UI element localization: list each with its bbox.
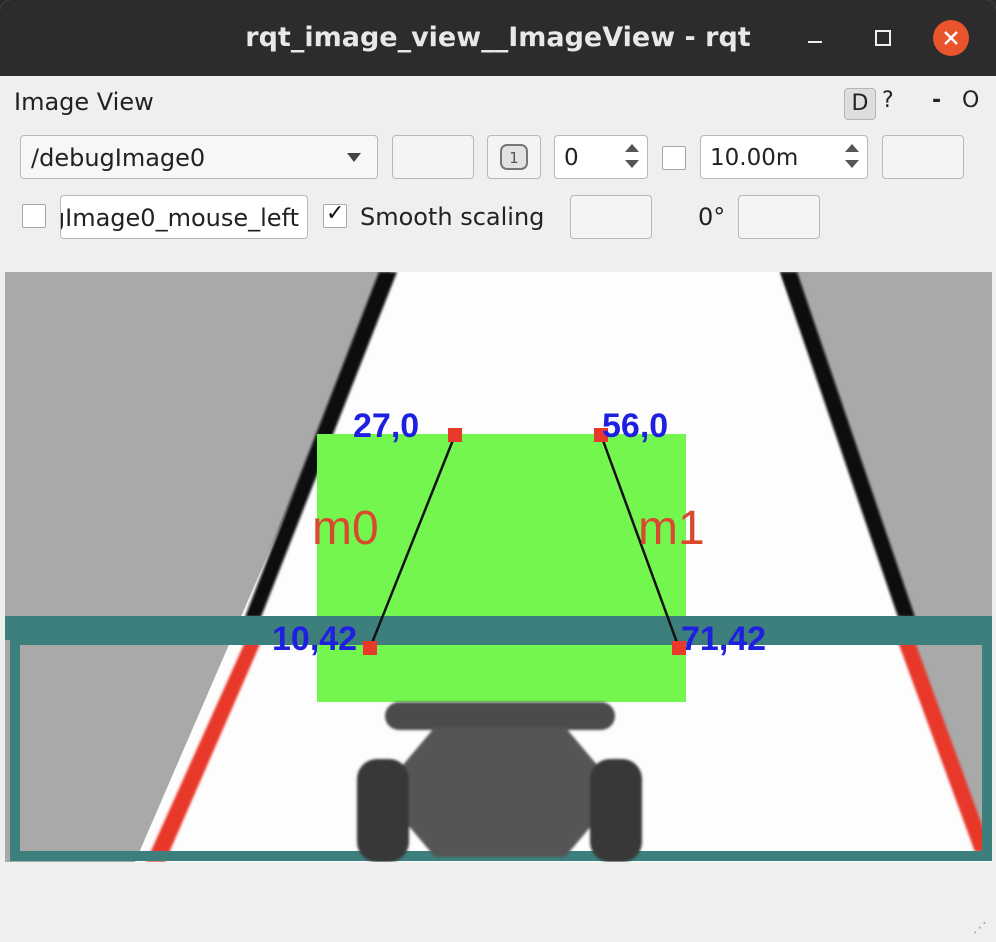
spin-down-icon[interactable]: [625, 160, 639, 168]
refresh-button[interactable]: [392, 135, 474, 179]
point-27-marker: [448, 428, 462, 442]
m0-label: m0: [312, 502, 379, 555]
zoom-original-icon: 1: [500, 144, 528, 170]
smooth-scaling-label: Smooth scaling: [360, 203, 545, 231]
green-region: [317, 434, 686, 702]
plugin-title: Image View: [14, 88, 154, 116]
max-range-value: 10.00m: [710, 145, 799, 171]
mouse-topic-input[interactable]: gImage0_mouse_left: [60, 195, 308, 239]
help-button[interactable]: ?: [882, 88, 894, 113]
checkmark-icon: ✓: [326, 201, 345, 226]
max-range-spinbox[interactable]: 10.00m: [700, 135, 868, 179]
spin-down-icon[interactable]: [845, 160, 859, 168]
close-icon: [944, 31, 958, 45]
image-view-canvas[interactable]: 27,0 56,0 m0 m1 10,42 71,42: [5, 272, 992, 862]
robot-shape: [357, 702, 642, 862]
num-gridlines-value: 0: [564, 145, 579, 171]
num-gridlines-spinbox[interactable]: 0: [554, 135, 648, 179]
resize-grip-icon[interactable]: ⋰: [973, 920, 988, 936]
m1-label: m1: [638, 502, 705, 555]
minimize-plugin-button[interactable]: -: [932, 88, 941, 113]
svg-text:1: 1: [509, 149, 519, 167]
debug-image: 27,0 56,0 m0 m1 10,42 71,42: [5, 272, 992, 862]
chevron-down-icon: [347, 153, 361, 162]
maximize-icon: [875, 30, 891, 46]
topic-select-value: /debugImage0: [31, 144, 206, 172]
point-71-label: 71,42: [681, 620, 766, 658]
minimize-icon: [808, 41, 822, 43]
rotate-left-button[interactable]: [570, 195, 652, 239]
close-button[interactable]: [933, 20, 969, 56]
window-title: rqt_image_view__ImageView - rqt: [245, 22, 751, 53]
zoom-1-button[interactable]: 1: [487, 135, 541, 179]
rotation-label: 0°: [698, 203, 726, 231]
minimize-button[interactable]: [797, 20, 833, 56]
point-56-label: 56,0: [602, 407, 668, 445]
maximize-button[interactable]: [865, 20, 901, 56]
mouse-topic-value: gImage0_mouse_left: [60, 204, 299, 232]
save-image-button[interactable]: [882, 135, 964, 179]
title-bar: rqt_image_view__ImageView - rqt: [0, 0, 996, 76]
status-area: ⋰: [0, 862, 996, 942]
rotate-right-button[interactable]: [738, 195, 820, 239]
spin-up-icon[interactable]: [625, 144, 639, 152]
dock-button[interactable]: D: [844, 88, 876, 120]
topic-select[interactable]: /debugImage0: [20, 135, 378, 179]
smooth-scaling-checkbox[interactable]: ✓: [323, 201, 347, 228]
spin-up-icon[interactable]: [845, 144, 859, 152]
point-27-label: 27,0: [353, 407, 419, 445]
close-plugin-button[interactable]: O: [962, 88, 979, 113]
publish-click-checkbox[interactable]: [22, 204, 46, 228]
point-10-marker: [363, 641, 377, 655]
dynamic-range-checkbox[interactable]: [662, 146, 686, 170]
point-10-label: 10,42: [272, 620, 357, 658]
app-window: rqt_image_view__ImageView - rqt Image Vi…: [0, 0, 996, 942]
